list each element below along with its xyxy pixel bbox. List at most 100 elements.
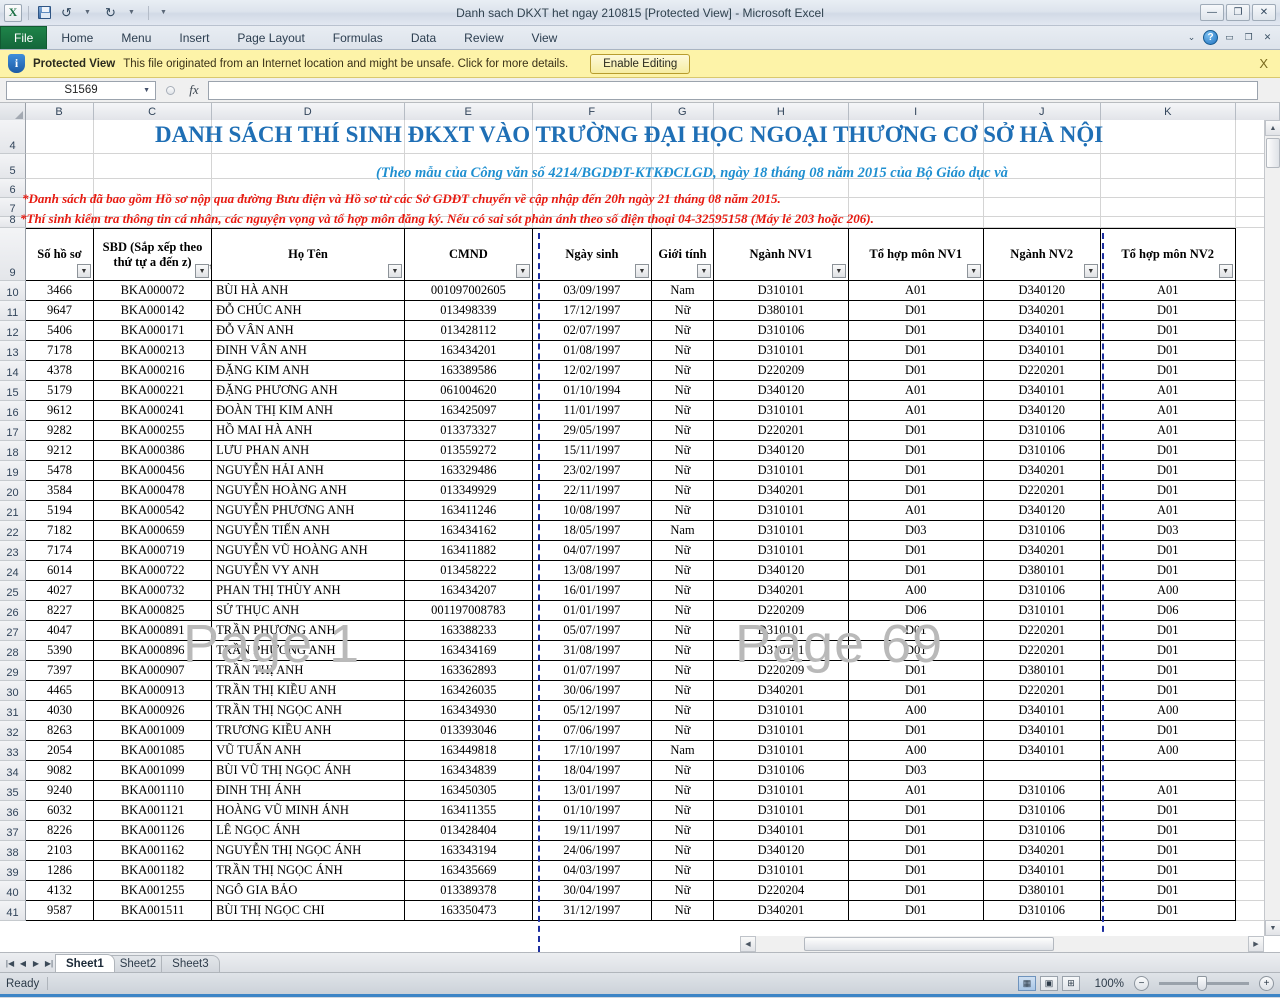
cell-ho-ten[interactable]: NGUYỄN VY ANH <box>212 561 405 581</box>
cell-cmnd[interactable]: 163450305 <box>404 781 533 801</box>
row-header-37[interactable]: 37 <box>0 821 26 841</box>
chevron-down-icon[interactable]: ▼ <box>143 87 150 94</box>
cell-nganh-nv2[interactable]: D340201 <box>983 461 1101 481</box>
cell-so-ho-so[interactable]: 4030 <box>26 701 94 721</box>
cell-ho-ten[interactable]: TRẦN THỊ NGỌC ÁNH <box>212 861 405 881</box>
column-header-J[interactable]: J <box>983 103 1101 120</box>
cell-nganh-nv2[interactable]: D220201 <box>983 361 1101 381</box>
row-header-22[interactable]: 22 <box>0 521 26 541</box>
cell-ho-ten[interactable]: TRƯƠNG KIỀU ANH <box>212 721 405 741</box>
row-header-16[interactable]: 16 <box>0 401 26 421</box>
row-header-34[interactable]: 34 <box>0 761 26 781</box>
tab-insert[interactable]: Insert <box>165 26 223 49</box>
cell-sbd[interactable]: BKA000386 <box>93 441 213 461</box>
cell-ngay-sinh[interactable]: 05/07/1997 <box>532 621 652 641</box>
cell-nganh-nv2[interactable]: D310106 <box>983 581 1101 601</box>
filter-dropdown-icon[interactable]: ▼ <box>966 264 981 278</box>
window-controls[interactable]: — ❐ ✕ <box>1200 4 1280 21</box>
cell-to-hop-mon-nv2[interactable]: D01 <box>1100 721 1236 741</box>
cell-D5[interactable] <box>212 154 405 179</box>
row-header-13[interactable]: 13 <box>0 341 26 361</box>
cell-so-ho-so[interactable]: 9212 <box>26 441 94 461</box>
cell-ho-ten[interactable]: ĐINH THỊ ÁNH <box>212 781 405 801</box>
row-header-30[interactable]: 30 <box>0 681 26 701</box>
cell-ho-ten[interactable]: BÙI THỊ NGỌC CHI <box>212 901 405 921</box>
cell-nganh-nv2[interactable]: D340101 <box>983 721 1101 741</box>
cell-ho-ten[interactable]: LƯU PHAN ANH <box>212 441 405 461</box>
row-header-17[interactable]: 17 <box>0 421 26 441</box>
cell-so-ho-so[interactable]: 7174 <box>26 541 94 561</box>
cell-nganh-nv2[interactable]: D340201 <box>983 301 1101 321</box>
cell-nganh-nv2[interactable]: D340120 <box>983 401 1101 421</box>
page-break-preview-icon[interactable]: ⊞ <box>1062 976 1080 991</box>
cell-sbd[interactable]: BKA000913 <box>93 681 213 701</box>
vertical-scrollbar[interactable]: ▲ ▼ <box>1264 120 1280 936</box>
cell-nganh-nv1[interactable]: D220209 <box>714 361 849 381</box>
cell-sbd[interactable]: BKA000732 <box>93 581 213 601</box>
cell-E8[interactable] <box>404 217 533 228</box>
cell-ngay-sinh[interactable]: 24/06/1997 <box>532 841 652 861</box>
workbook-restore-icon[interactable]: ❐ <box>1241 31 1256 45</box>
cell-sbd[interactable]: BKA000719 <box>93 541 213 561</box>
cell-to-hop-mon-nv2[interactable]: D03 <box>1100 521 1236 541</box>
th-to-hop-mon-nv2[interactable]: Tổ hợp môn NV2 ▼ <box>1100 228 1236 281</box>
cell-to-hop-mon-nv1[interactable]: D01 <box>848 841 984 861</box>
cell-H5[interactable] <box>714 154 849 179</box>
cell-ho-ten[interactable]: PHAN THỊ THÙY ANH <box>212 581 405 601</box>
cell-sbd[interactable]: BKA000171 <box>93 321 213 341</box>
cell-E6[interactable] <box>404 179 533 198</box>
cell-so-ho-so[interactable]: 3466 <box>26 281 94 301</box>
cell-ho-ten[interactable]: VŨ TUẤN ANH <box>212 741 405 761</box>
undo-dropdown-icon[interactable]: ▼ <box>79 3 98 22</box>
row-header-4[interactable]: 4 <box>0 120 26 154</box>
cell-ho-ten[interactable]: ĐỖ VÂN ANH <box>212 321 405 341</box>
cell-ho-ten[interactable]: ĐẶNG KIM ANH <box>212 361 405 381</box>
cell-sbd[interactable]: BKA001511 <box>93 901 213 921</box>
cell-ho-ten[interactable]: ĐOÀN THỊ KIM ANH <box>212 401 405 421</box>
cell-E4[interactable] <box>404 120 533 154</box>
cell-cmnd[interactable]: 163425097 <box>404 401 533 421</box>
th-gioi-tinh[interactable]: Giới tính ▼ <box>651 228 715 281</box>
cell-to-hop-mon-nv2[interactable]: D01 <box>1100 841 1236 861</box>
cell-nganh-nv2[interactable]: D310106 <box>983 901 1101 921</box>
insert-function-icon[interactable]: fx <box>184 81 204 100</box>
cell-ngay-sinh[interactable]: 01/10/1994 <box>532 381 652 401</box>
zoom-out-button[interactable]: − <box>1134 976 1149 991</box>
cell-gioi-tinh[interactable]: Nam <box>651 281 715 301</box>
cell-gioi-tinh[interactable]: Nữ <box>651 781 715 801</box>
cell-gioi-tinh[interactable]: Nữ <box>651 301 715 321</box>
cell-nganh-nv1[interactable]: D340120 <box>714 441 849 461</box>
cell-C4[interactable] <box>93 120 213 154</box>
cell-cmnd[interactable]: 163343194 <box>404 841 533 861</box>
cell-sbd[interactable]: BKA001255 <box>93 881 213 901</box>
cell-sbd[interactable]: BKA000221 <box>93 381 213 401</box>
cell-to-hop-mon-nv1[interactable]: D01 <box>848 321 984 341</box>
cell-sbd[interactable]: BKA000659 <box>93 521 213 541</box>
cell-ngay-sinh[interactable]: 19/11/1997 <box>532 821 652 841</box>
cell-C5[interactable] <box>93 154 213 179</box>
row-header-32[interactable]: 32 <box>0 721 26 741</box>
cell-ho-ten[interactable]: ĐỖ CHÚC ANH <box>212 301 405 321</box>
cell-nganh-nv1[interactable]: D340101 <box>714 821 849 841</box>
cell-H8[interactable] <box>714 217 849 228</box>
cell-to-hop-mon-nv2[interactable]: A01 <box>1100 381 1236 401</box>
cell-cmnd[interactable]: 163388233 <box>404 621 533 641</box>
sheet-tab-sheet3[interactable]: Sheet3 <box>161 955 220 972</box>
cell-nganh-nv1[interactable]: D220204 <box>714 881 849 901</box>
cell-B4[interactable] <box>26 120 94 154</box>
cell-nganh-nv2[interactable]: D310106 <box>983 441 1101 461</box>
cell-to-hop-mon-nv2[interactable]: A01 <box>1100 421 1236 441</box>
cell-nganh-nv1[interactable]: D340120 <box>714 841 849 861</box>
cell-gioi-tinh[interactable]: Nữ <box>651 381 715 401</box>
cell-to-hop-mon-nv1[interactable]: A00 <box>848 701 984 721</box>
cell-to-hop-mon-nv2[interactable]: D01 <box>1100 881 1236 901</box>
restore-icon[interactable]: ❐ <box>1226 4 1250 21</box>
cell-to-hop-mon-nv2[interactable]: D01 <box>1100 321 1236 341</box>
cell-cmnd[interactable]: 163434162 <box>404 521 533 541</box>
cell-ngay-sinh[interactable]: 10/08/1997 <box>532 501 652 521</box>
cell-cmnd[interactable]: 163350473 <box>404 901 533 921</box>
name-box[interactable]: S1569 ▼ <box>6 80 156 100</box>
cell-ngay-sinh[interactable]: 01/10/1997 <box>532 801 652 821</box>
cell-sbd[interactable]: BKA000241 <box>93 401 213 421</box>
cell-ho-ten[interactable]: NGUYỄN PHƯƠNG ANH <box>212 501 405 521</box>
